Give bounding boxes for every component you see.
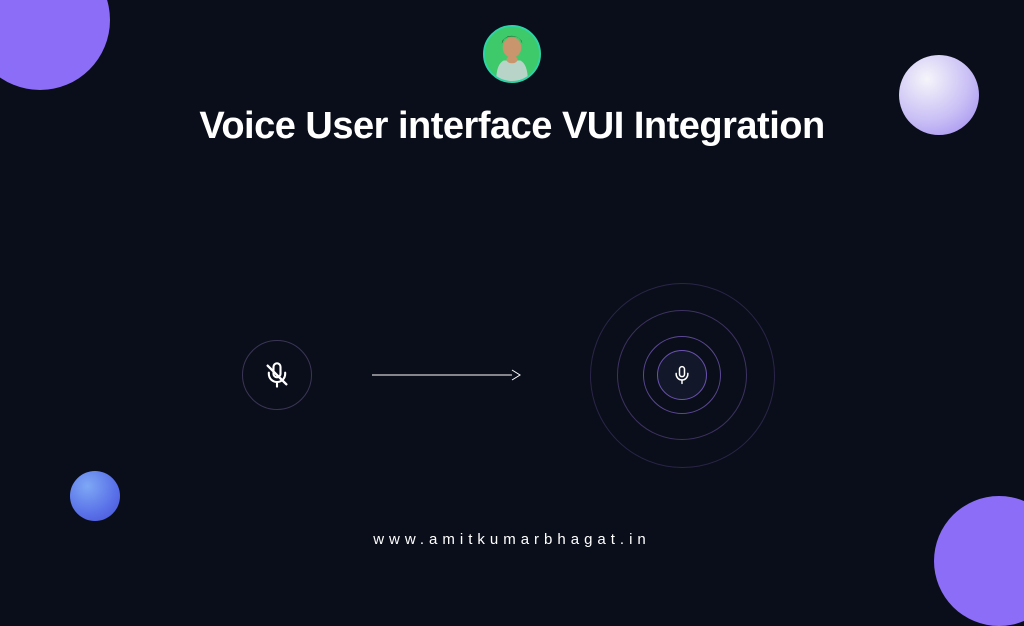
decoration-circle-bottom-left xyxy=(70,471,120,521)
mic-state-diagram xyxy=(242,275,782,475)
author-avatar xyxy=(483,25,541,83)
mic-muted-icon xyxy=(263,361,291,389)
mic-muted-state xyxy=(242,340,312,410)
arrow-right-icon xyxy=(372,365,522,385)
mic-active-core xyxy=(657,350,707,400)
page-title: Voice User interface VUI Integration xyxy=(0,105,1024,148)
mic-active-icon xyxy=(672,365,692,385)
transition-arrow xyxy=(372,365,522,385)
decoration-circle-bottom-right xyxy=(934,496,1024,626)
decoration-circle-top-left xyxy=(0,0,110,90)
mic-active-state xyxy=(582,275,782,475)
avatar-person-icon xyxy=(485,27,539,81)
footer-url: www.amitkumarbhagat.in xyxy=(0,531,1024,548)
